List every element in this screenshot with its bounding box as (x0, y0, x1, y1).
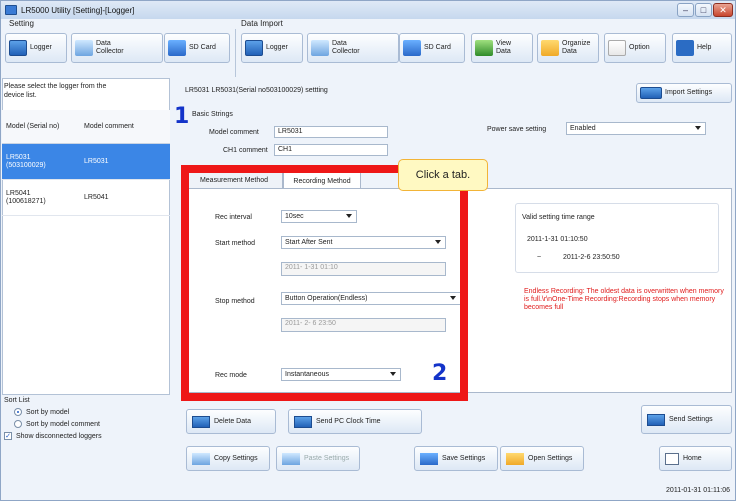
delete-data-icon (192, 415, 210, 428)
power-save-label: Power save setting (487, 126, 547, 133)
toolbar: Logger Data Collector SD Card Logger Dat… (1, 29, 735, 77)
sort-by-model-option[interactable]: Sort by model (14, 408, 174, 416)
data-collector-button[interactable]: Data Collector (71, 33, 163, 63)
import-logger-button[interactable]: Logger (241, 33, 303, 63)
valid-range-title: Valid setting time range (522, 214, 595, 221)
click-tab-callout: Click a tab. (398, 159, 488, 191)
view-data-button[interactable]: View Data (471, 33, 533, 63)
step-badge-1: 1 (174, 104, 190, 129)
option-icon (608, 40, 626, 56)
col-model: Model (Serial no) (6, 122, 60, 130)
delete-data-button[interactable]: Delete Data (186, 409, 276, 434)
start-method-label: Start method (215, 240, 256, 247)
option-button[interactable]: Option (604, 33, 666, 63)
logger-button[interactable]: Logger (5, 33, 67, 63)
minimize-button[interactable]: – (677, 3, 694, 17)
device-row-lr5041[interactable]: LR5041 (100618271) LR5041 (2, 180, 170, 216)
model-comment-label: Model comment (209, 129, 259, 136)
logger-icon (9, 40, 27, 56)
start-method-dropdown[interactable]: Start After Sent (281, 236, 446, 249)
paste-settings-button[interactable]: Paste Settings (276, 446, 360, 471)
save-icon (420, 452, 438, 465)
device-table-header: Model (Serial no) Model comment (2, 110, 170, 144)
open-folder-icon (506, 452, 524, 465)
device-row-lr5031[interactable]: LR5031 (503100029) LR5031 (2, 144, 170, 180)
device-list-hint: Please select the logger from the device… (4, 83, 107, 99)
send-settings-button[interactable]: Send Settings (641, 405, 732, 434)
radio-icon (14, 408, 22, 416)
valid-range-tilde: ~ (537, 254, 542, 261)
home-button[interactable]: Home (659, 446, 732, 471)
tab-recording-method[interactable]: Recording Method (283, 172, 361, 189)
radio-icon (14, 420, 22, 428)
start-time-input[interactable]: 2011- 1-31 01:10 (281, 262, 446, 276)
status-time: 2011-01-31 01:11:06 (666, 487, 730, 494)
maximize-button[interactable]: □ (695, 3, 712, 17)
settings-header: LR5031 LR5031(Serial no503100029) settti… (185, 87, 328, 94)
send-clock-icon (294, 415, 312, 428)
folder-icon (541, 40, 559, 56)
app-icon (5, 5, 17, 15)
step-badge-2: 2 (432, 361, 448, 386)
rec-mode-label: Rec mode (215, 372, 247, 379)
rec-interval-dropdown[interactable]: 10sec (281, 210, 357, 223)
checkmark-icon: ✓ (4, 432, 12, 440)
rec-interval-label: Rec interval (215, 214, 252, 221)
copy-settings-button[interactable]: Copy Settings (186, 446, 270, 471)
tab-measurement-method[interactable]: Measurement Method (185, 172, 283, 188)
import-logger-icon (245, 40, 263, 56)
import-data-collector-icon (311, 40, 329, 56)
sort-by-comment-option[interactable]: Sort by model comment (14, 420, 174, 428)
chevron-down-icon (435, 240, 441, 244)
group-label-data-import: Data Import (241, 19, 283, 28)
import-data-collector-button[interactable]: Data Collector (307, 33, 399, 63)
paste-icon (282, 452, 300, 465)
close-button[interactable]: ✕ (713, 3, 733, 17)
organize-data-button[interactable]: Organize Data (537, 33, 599, 63)
chevron-down-icon (450, 296, 456, 300)
import-sd-card-button[interactable]: SD Card (399, 33, 465, 63)
chevron-down-icon (390, 372, 396, 376)
copy-icon (192, 452, 210, 465)
sort-list: Sort List Sort by model Sort by model co… (4, 397, 174, 440)
import-settings-button[interactable]: Import Settings (636, 83, 732, 103)
chevron-down-icon (695, 126, 701, 130)
window-title: LR5000 Utility [Setting]-[Logger] (21, 5, 135, 15)
open-settings-button[interactable]: Open Settings (500, 446, 584, 471)
home-icon (665, 452, 679, 465)
stop-method-dropdown[interactable]: Button Operation(Endless) (281, 292, 461, 305)
import-sd-card-icon (403, 40, 421, 56)
group-label-setting: Setting (9, 19, 34, 28)
model-comment-input[interactable]: LR5031 (274, 126, 388, 138)
import-settings-icon (640, 87, 662, 99)
show-disconnected-checkbox[interactable]: ✓ Show disconnected loggers (4, 432, 174, 440)
valid-range-to: 2011-2-6 23:50:50 (563, 254, 620, 261)
basic-settings-label: Basic Strings (192, 111, 233, 118)
stop-method-label: Stop method (215, 298, 255, 305)
sd-card-button[interactable]: SD Card (164, 33, 230, 63)
col-model-comment: Model comment (84, 123, 134, 130)
sd-card-icon (168, 40, 186, 56)
power-save-dropdown[interactable]: Enabled (566, 122, 706, 135)
recording-mode-note: Endless Recording: The oldest data is ov… (524, 288, 724, 311)
help-icon (676, 40, 694, 56)
valid-range-from: 2011-1-31 01:10:50 (527, 236, 588, 243)
stop-time-input[interactable]: 2011- 2- 6 23:50 (281, 318, 446, 332)
sort-list-title: Sort List (4, 397, 30, 404)
device-table: Model (Serial no) Model comment LR5031 (5… (2, 110, 170, 216)
title-bar: LR5000 Utility [Setting]-[Logger] (1, 1, 735, 19)
save-settings-button[interactable]: Save Settings (414, 446, 498, 471)
toolbar-groups: Setting Data Import (1, 19, 735, 29)
rec-mode-dropdown[interactable]: Instantaneous (281, 368, 401, 381)
chevron-down-icon (346, 214, 352, 218)
send-settings-icon (647, 413, 665, 426)
help-button[interactable]: Help (672, 33, 732, 63)
status-bar: 2011-01-31 01:11:06 (0, 485, 734, 499)
data-collector-icon (75, 40, 93, 56)
ch1-comment-label: CH1 comment (223, 147, 268, 154)
view-data-icon (475, 40, 493, 56)
send-pc-clock-button[interactable]: Send PC Clock Time (288, 409, 422, 434)
ch1-comment-input[interactable]: CH1 (274, 144, 388, 156)
